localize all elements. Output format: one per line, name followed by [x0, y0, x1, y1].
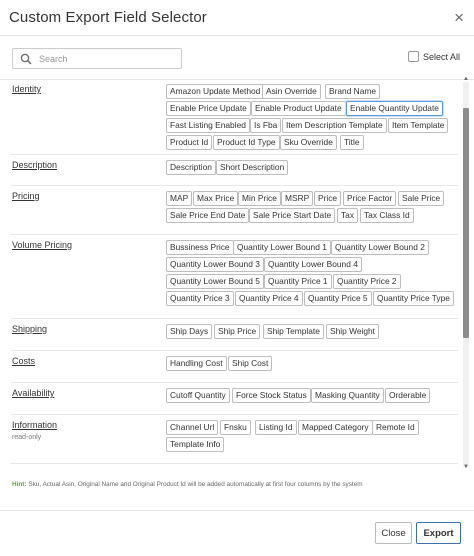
- section-label: Identity: [12, 84, 42, 94]
- field-chip-tax[interactable]: Tax: [337, 208, 359, 223]
- field-chip-sku-override[interactable]: Sku Override: [280, 135, 337, 150]
- dialog-title: Custom Export Field Selector: [9, 9, 207, 26]
- scroll-down-icon[interactable]: ▼: [463, 464, 469, 470]
- section-sublabel: read-only: [12, 434, 42, 441]
- select-all-checkbox[interactable]: [407, 51, 419, 62]
- field-chip-product-id[interactable]: Product Id: [166, 135, 213, 150]
- section-volume-pricing: Volume Pricing Bussiness Price Quantity Lo…: [10, 236, 458, 319]
- field-chip-quantity-price-type[interactable]: Quantity Price Type: [373, 291, 454, 306]
- field-chip-force-stock-status[interactable]: Force Stock Status: [232, 388, 311, 403]
- section-label: Description: [12, 160, 58, 170]
- select-all-control[interactable]: Select All: [407, 51, 460, 62]
- section-shipping: Shipping Ship Days Ship Price Ship Template…: [10, 320, 458, 351]
- field-chip-description[interactable]: Description: [166, 160, 216, 175]
- field-chip-msrp[interactable]: MSRP: [281, 191, 314, 206]
- field-chip-min-price[interactable]: Min Price: [238, 191, 281, 206]
- search-box[interactable]: [12, 48, 182, 69]
- close-button[interactable]: Close: [375, 522, 412, 544]
- section-identity: Identity Amazon Update Method Asin Overrid…: [10, 80, 458, 155]
- section-label: Pricing: [12, 191, 40, 201]
- field-chip-quantity-price-1[interactable]: Quantity Price 1: [264, 274, 332, 289]
- scrollbar[interactable]: [463, 82, 469, 467]
- field-chip-template-info[interactable]: Template Info: [166, 437, 225, 452]
- scroll-thumb[interactable]: [463, 108, 469, 338]
- hint-text: Hint: Sku, Actual Asin, Original Name an…: [12, 481, 363, 488]
- field-chip-ship-template[interactable]: Ship Template: [263, 324, 324, 339]
- dialog-footer: Close Export: [0, 510, 474, 556]
- field-chip-product-id-type[interactable]: Product Id Type: [213, 135, 280, 150]
- hint-label: Hint:: [12, 481, 27, 488]
- close-icon[interactable]: ×: [454, 9, 464, 26]
- export-button[interactable]: Export: [416, 522, 461, 544]
- field-chip-enable-quantity-update[interactable]: Enable Quantity Update: [346, 101, 443, 116]
- field-chip-masking-quantity[interactable]: Masking Quantity: [311, 388, 384, 403]
- field-chip-title[interactable]: Title: [340, 135, 364, 150]
- field-chip-quantity-price-4[interactable]: Quantity Price 4: [235, 291, 303, 306]
- field-chip-orderable[interactable]: Orderable: [385, 388, 431, 403]
- field-chip-quantity-lower-bound-1[interactable]: Quantity Lower Bound 1: [233, 240, 331, 255]
- field-chip-bussiness-price[interactable]: Bussiness Price: [166, 240, 234, 255]
- section-label: Availability: [12, 388, 55, 398]
- field-chip-sale-price-end-date[interactable]: Sale Price End Date: [166, 208, 250, 223]
- field-chip-amazon-update-method[interactable]: Amazon Update Method: [166, 84, 265, 99]
- field-chip-quantity-lower-bound-3[interactable]: Quantity Lower Bound 3: [166, 257, 264, 272]
- toolbar: Select All: [0, 36, 474, 80]
- field-chip-price[interactable]: Price: [314, 191, 342, 206]
- field-chip-fast-listing-enabled[interactable]: Fast Listing Enabled: [166, 118, 250, 133]
- section-label: Costs: [12, 356, 36, 366]
- field-chip-ship-days[interactable]: Ship Days: [166, 324, 213, 339]
- field-chip-quantity-price-5[interactable]: Quantity Price 5: [304, 291, 372, 306]
- field-chip-is-fba[interactable]: Is Fba: [250, 118, 282, 133]
- section-description: Description Description Short Description: [10, 156, 458, 186]
- field-chip-cutoff-quantity[interactable]: Cutoff Quantity: [166, 388, 230, 403]
- select-all-label: Select All: [422, 51, 460, 62]
- section-label: Information: [12, 420, 58, 430]
- field-chip-mapped-category[interactable]: Mapped Category: [298, 420, 373, 435]
- dialog-header: Custom Export Field Selector ×: [0, 0, 474, 36]
- search-input[interactable]: [37, 52, 177, 65]
- field-chip-price-factor[interactable]: Price Factor: [343, 191, 397, 206]
- field-chip-brand-name[interactable]: Brand Name: [325, 84, 381, 99]
- hint-body: Sku, Actual Asin, Original Name and Orig…: [26, 481, 363, 488]
- section-availability: Availability Cutoff Quantity Force Stock S…: [10, 384, 458, 415]
- section-label: Shipping: [12, 324, 48, 334]
- field-chip-item-description-template[interactable]: Item Description Template: [282, 118, 387, 133]
- field-list: Identity Amazon Update Method Asin Overrid…: [0, 80, 474, 473]
- field-chip-quantity-lower-bound-2[interactable]: Quantity Lower Bound 2: [331, 240, 429, 255]
- section-pricing: Pricing MAP Max Price Min Price MSRP Price Pri…: [10, 187, 458, 235]
- field-chip-channel-url[interactable]: Channel Url: [166, 420, 219, 435]
- field-chip-listing-id[interactable]: Listing Id: [255, 420, 297, 435]
- field-chip-quantity-price-3[interactable]: Quantity Price 3: [166, 291, 234, 306]
- section-label: Volume Pricing: [12, 240, 73, 250]
- field-chip-sale-price[interactable]: Sale Price: [398, 191, 445, 206]
- search-icon: [20, 53, 32, 64]
- field-chip-handling-cost[interactable]: Handling Cost: [166, 356, 227, 371]
- section-costs: Costs Handling Cost Ship Cost: [10, 352, 458, 383]
- field-chip-item-template[interactable]: Item Template: [388, 118, 449, 133]
- field-chip-quantity-lower-bound-5[interactable]: Quantity Lower Bound 5: [166, 274, 264, 289]
- section-information: Information read-only Channel Url Fnsku List…: [10, 416, 458, 464]
- field-chip-asin-override[interactable]: Asin Override: [262, 84, 321, 99]
- field-chip-enable-product-update[interactable]: Enable Product Update: [251, 101, 346, 116]
- field-chip-enable-price-update[interactable]: Enable Price Update: [166, 101, 251, 116]
- field-chip-short-description[interactable]: Short Description: [216, 160, 289, 175]
- field-chip-map[interactable]: MAP: [166, 191, 193, 206]
- field-chip-quantity-price-2[interactable]: Quantity Price 2: [333, 274, 401, 289]
- field-chip-quantity-lower-bound-4[interactable]: Quantity Lower Bound 4: [264, 257, 362, 272]
- field-chip-remote-id[interactable]: Remote Id: [372, 420, 419, 435]
- field-chip-sale-price-start-date[interactable]: Sale Price Start Date: [249, 208, 336, 223]
- field-chip-ship-weight[interactable]: Ship Weight: [326, 324, 380, 339]
- field-chip-tax-class-id[interactable]: Tax Class Id: [360, 208, 414, 223]
- field-chip-ship-cost[interactable]: Ship Cost: [228, 356, 273, 371]
- field-chip-fnsku[interactable]: Fnsku: [220, 420, 251, 435]
- field-chip-max-price[interactable]: Max Price: [193, 191, 239, 206]
- field-chip-ship-price[interactable]: Ship Price: [214, 324, 261, 339]
- export-field-dialog: Custom Export Field Selector × Select Al…: [0, 0, 474, 556]
